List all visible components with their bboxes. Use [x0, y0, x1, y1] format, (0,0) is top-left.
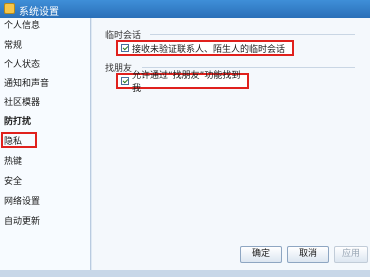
title-bar: 系统设置 — [0, 0, 370, 18]
cancel-button[interactable]: 取消 — [287, 246, 329, 263]
app-icon — [4, 3, 15, 14]
sidebar-item-do-not-disturb[interactable]: 防打扰 — [0, 114, 90, 130]
find-friends-label: 允许通过“找朋友”功能找到我 — [132, 71, 241, 94]
sidebar-item-network[interactable]: 网络设置 — [0, 194, 90, 210]
sidebar-item-general[interactable]: 常规 — [0, 38, 90, 54]
group-divider — [150, 34, 355, 35]
find-friends-checkbox[interactable] — [121, 77, 129, 85]
find-friends-option[interactable]: 允许通过“找朋友”功能找到我 — [116, 71, 249, 94]
sidebar-item-privacy[interactable]: 隐私 — [0, 134, 90, 150]
ok-button[interactable]: 确定 — [240, 246, 282, 263]
sidebar-item-hotkeys[interactable]: 热键 — [0, 154, 90, 170]
temp-session-checkbox[interactable] — [121, 44, 129, 52]
temp-session-label: 接收未验证联系人、陌生人的临时会话 — [132, 44, 286, 55]
sidebar-item-security[interactable]: 安全 — [0, 174, 90, 190]
window-title: 系统设置 — [19, 7, 59, 18]
apply-button[interactable]: 应用 — [334, 246, 368, 263]
sidebar-item-personal-status[interactable]: 个人状态 — [0, 57, 90, 73]
settings-panel: 临时会话 接收未验证联系人、陌生人的临时会话 找朋友 允许通过“找朋友”功能找到… — [92, 18, 370, 277]
sidebar-item-auto-update[interactable]: 自动更新 — [0, 214, 90, 230]
sidebar-item-community[interactable]: 社区模器 — [0, 95, 90, 111]
temp-session-option[interactable]: 接收未验证联系人、陌生人的临时会话 — [116, 40, 294, 56]
sidebar-item-personal-info[interactable]: 个人信息 — [0, 18, 90, 34]
window-bottom-border — [0, 270, 370, 277]
sidebar-item-notifications-sound[interactable]: 通知和声音 — [0, 76, 90, 92]
sidebar-nav: 个人信息 常规 个人状态 通知和声音 社区模器 防打扰 隐私 热键 安全 网络设… — [0, 18, 91, 277]
